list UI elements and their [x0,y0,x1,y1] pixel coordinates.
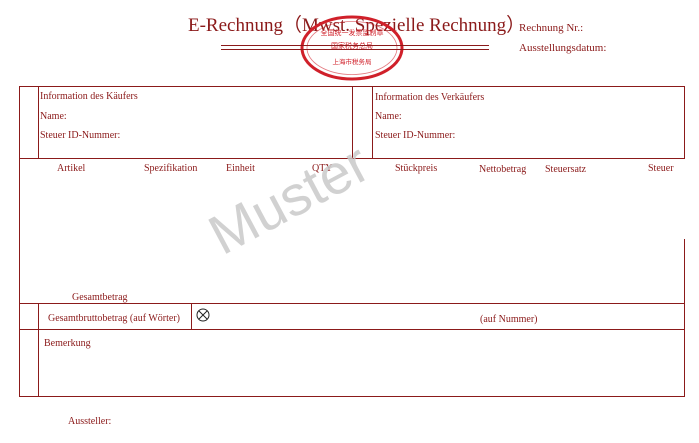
total-bottom-line [19,303,685,304]
seller-inner-left-line [372,86,373,158]
issue-date-label: Ausstellungsdatum: [519,42,607,54]
table-right-border-upper [684,86,685,158]
seal-top-text: 全国统一发票监制章 [321,28,384,37]
invoice-number-label: Rechnung Nr.: [519,22,584,34]
seller-tax-id-label: Steuer ID-Nummer: [375,130,456,141]
gross-inner-left-line [38,303,39,329]
buyer-inner-left-line [38,86,39,158]
seal-bottom-text: 上海市税务局 [333,57,372,66]
column-header-spezifikation: Spezifikation [144,163,198,174]
remarks-inner-left-line [38,329,39,397]
column-header-steuer: Steuer [648,163,674,174]
title-underline-top [221,45,489,46]
column-header-stueckpreis: Stückpreis [395,163,438,174]
gross-split-line [191,303,192,329]
gross-total-words-label: Gesamtbruttobetrag (auf Wörter) [48,313,180,324]
buyer-tax-id-label: Steuer ID-Nummer: [40,130,121,141]
buyer-heading: Information des Käufers [40,91,138,102]
seller-heading: Information des Verkäufers [375,92,485,103]
gross-total-number-label: (auf Nummer) [480,314,538,325]
circled-x-icon [196,308,210,322]
official-seal: 全国统一发票监制章 国家税务总局 上海市税务局 [300,15,404,81]
total-label: Gesamtbetrag [72,292,128,303]
title-underline-bottom [221,49,489,50]
issuer-label: Aussteller: [68,416,112,427]
table-right-border-lower [684,239,685,397]
buyer-name-label: Name: [40,111,67,122]
column-header-steuersatz: Steuersatz [545,164,587,175]
column-header-einheit: Einheit [226,163,255,174]
remarks-label: Bemerkung [44,338,91,349]
column-header-nettobetrag: Nettobetrag [479,164,527,175]
column-header-artikel: Artikel [57,163,86,174]
table-bottom-border [19,396,685,397]
gross-bottom-line [19,329,685,330]
table-left-border [19,86,20,397]
seller-name-label: Name: [375,111,402,122]
